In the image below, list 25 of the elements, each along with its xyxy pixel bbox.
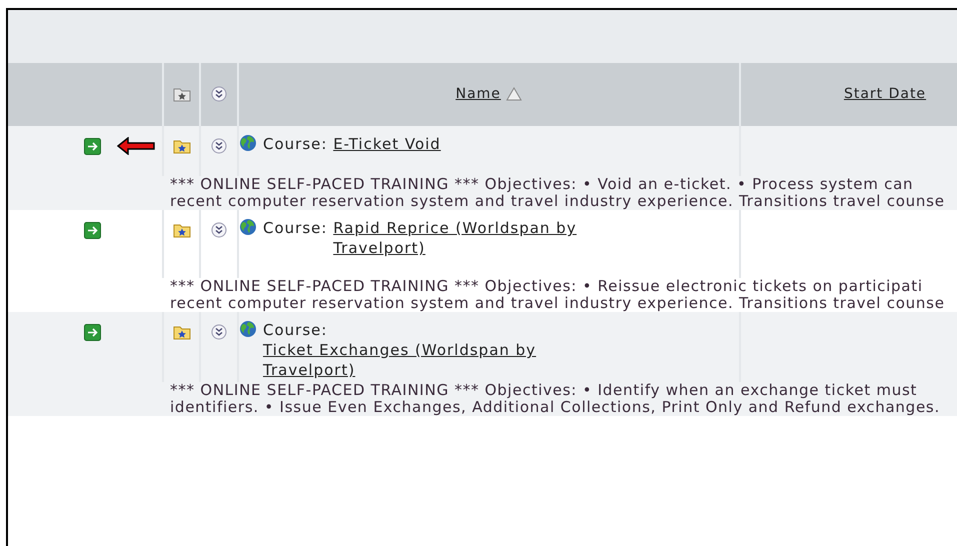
- expand-icon[interactable]: [211, 138, 227, 154]
- course-description: recent computer reservation system and travel industry experience. Transitions travel counse: [170, 295, 946, 312]
- favorite-folder-icon[interactable]: [172, 138, 190, 154]
- globe-icon: [239, 218, 257, 236]
- expand-icon[interactable]: [211, 222, 227, 238]
- course-title-link[interactable]: E-Ticket Void: [333, 134, 441, 154]
- favorite-folder-icon[interactable]: [172, 86, 190, 102]
- expand-icon[interactable]: [211, 324, 227, 340]
- globe-icon: [239, 320, 257, 338]
- course-label: Course:: [263, 135, 328, 153]
- course-description: recent computer reservation system and travel industry experience. Transitions travel counse: [170, 193, 946, 210]
- course-description: *** ONLINE SELF-PACED TRAINING *** Objectives: • Reissue electronic tickets on participati: [170, 278, 924, 295]
- favorite-folder-icon[interactable]: [172, 222, 190, 238]
- globe-icon: [239, 134, 257, 152]
- course-title-link[interactable]: Ticket Exchanges (Worldspan by Travelport): [263, 340, 593, 380]
- column-header-link[interactable]: Start Date: [844, 86, 926, 102]
- expand-icon[interactable]: [211, 86, 227, 102]
- column-header-link[interactable]: Name: [456, 86, 501, 102]
- course-label: Course:: [263, 219, 328, 237]
- course-description: identifiers. • Issue Even Exchanges, Additional Collections, Print Only and Refund exchanges.: [170, 399, 942, 416]
- course-description: *** ONLINE SELF-PACED TRAINING *** Objectives: • Identify when an exchange ticket must: [170, 382, 918, 399]
- course-label: Course:: [263, 321, 328, 339]
- course-title-link[interactable]: Rapid Reprice (Worldspan by Travelport): [333, 218, 664, 258]
- course-description: *** ONLINE SELF-PACED TRAINING *** Objectives: • Void an e-ticket. • Process system can: [170, 176, 914, 193]
- favorite-folder-icon[interactable]: [172, 324, 190, 340]
